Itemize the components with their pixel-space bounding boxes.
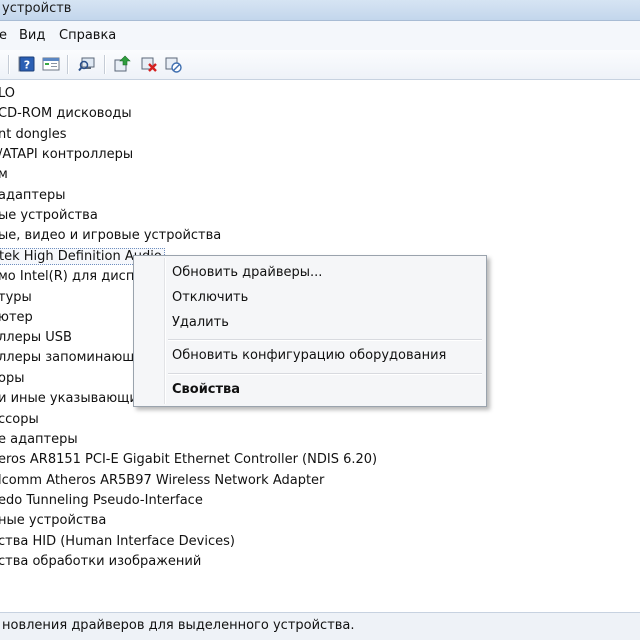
tree-item-label: мо Intel(R) для диспле xyxy=(0,269,151,284)
tree-item[interactable]: ства HID (Human Interface Devices) xyxy=(0,532,235,552)
tree-item[interactable]: адаптеры xyxy=(0,186,66,206)
tree-item-label: nt dongles xyxy=(0,127,67,142)
uninstall-icon[interactable] xyxy=(139,54,159,74)
tree-item[interactable]: ллеры USB xyxy=(0,328,72,348)
tree-item-label: оры xyxy=(0,371,25,386)
view-icon[interactable] xyxy=(41,54,61,74)
menu-bar: е Вид Справка xyxy=(0,21,640,51)
menu-view[interactable]: Вид xyxy=(19,28,45,43)
disable-icon[interactable] xyxy=(163,54,183,74)
tree-item[interactable]: eros AR8151 PCI-E Gigabit Ethernet Contr… xyxy=(0,450,377,470)
menu-action[interactable]: е xyxy=(0,28,7,43)
tree-item[interactable]: CD-ROM дисководы xyxy=(0,104,132,124)
tree-item[interactable]: оры xyxy=(0,369,24,389)
scan-hardware-icon[interactable] xyxy=(77,54,97,74)
tree-item[interactable]: ллеры запоминающи xyxy=(0,348,143,368)
tree-item[interactable]: lcomm Atheros AR5B97 Wireless Network Ad… xyxy=(0,471,324,491)
uninstall-menu-item[interactable]: Удалить xyxy=(172,315,229,330)
tree-item-label: ства обработки изображений xyxy=(0,554,202,569)
tree-item-label: ые устройства xyxy=(0,208,98,223)
tree-item-label: и иные указывающие xyxy=(0,391,146,406)
tree-item-label: ные устройства xyxy=(0,513,107,528)
tree-item[interactable]: ссоры xyxy=(0,410,39,430)
tree-item-label: е адаптеры xyxy=(0,432,78,447)
tree-item[interactable]: ства обработки изображений xyxy=(0,552,201,572)
tree-item-label: ые, видео и игровые устройства xyxy=(0,228,222,243)
toolbar-separator xyxy=(67,55,68,74)
status-text: новления драйверов для выделенного устро… xyxy=(2,618,355,633)
tree-item-label: lcomm Atheros AR5B97 Wireless Network Ad… xyxy=(0,473,325,488)
tree-item-label: адаптеры xyxy=(0,188,66,203)
tree-item-label: CD-ROM дисководы xyxy=(0,106,132,121)
tree-item[interactable]: edo Tunneling Pseudo-Interface xyxy=(0,491,203,511)
tree-item-label: туры xyxy=(0,290,32,305)
menu-help[interactable]: Справка xyxy=(59,28,116,43)
toolbar: ? xyxy=(0,50,640,80)
scan-hardware-menu-item[interactable]: Обновить конфигурацию оборудования xyxy=(172,348,446,363)
disable-menu-item[interactable]: Отключить xyxy=(172,290,248,305)
tree-item[interactable]: /ATAPI контроллеры xyxy=(0,145,133,165)
device-manager-window: устройств е Вид Справка ? LO CD-ROM диск… xyxy=(0,0,640,640)
svg-text:?: ? xyxy=(24,59,30,72)
toolbar-separator xyxy=(8,55,9,74)
context-menu: Обновить драйверы... Отключить Удалить О… xyxy=(133,255,487,407)
tree-item[interactable]: LO xyxy=(0,84,15,104)
tree-item-label: ства HID (Human Interface Devices) xyxy=(0,534,235,549)
tree-item[interactable]: ые, видео и игровые устройства xyxy=(0,226,221,246)
tree-item-label: м xyxy=(0,167,8,182)
update-driver-menu-item[interactable]: Обновить драйверы... xyxy=(172,265,322,280)
tree-item-label: ллеры USB xyxy=(0,330,72,345)
tree-item-label: ютер xyxy=(0,310,33,325)
tree-item-label: ссоры xyxy=(0,412,39,427)
context-menu-gutter xyxy=(164,258,165,404)
tree-item[interactable]: ые устройства xyxy=(0,206,98,226)
tree-item-label: eros AR8151 PCI-E Gigabit Ethernet Contr… xyxy=(0,452,378,467)
title-bar: устройств xyxy=(0,0,640,21)
help-icon[interactable]: ? xyxy=(17,54,37,74)
tree-item-label: LO xyxy=(0,86,16,101)
update-driver-icon[interactable] xyxy=(112,54,132,74)
toolbar-separator xyxy=(104,55,105,74)
tree-item[interactable]: м xyxy=(0,165,8,185)
tree-item[interactable]: ные устройства xyxy=(0,511,106,531)
window-title: устройств xyxy=(2,1,72,16)
tree-item[interactable]: мо Intel(R) для диспле xyxy=(0,267,151,287)
tree-item-label: /ATAPI контроллеры xyxy=(0,147,134,162)
menu-separator xyxy=(168,339,482,340)
tree-item[interactable]: nt dongles xyxy=(0,125,67,145)
status-bar: новления драйверов для выделенного устро… xyxy=(0,612,640,640)
tree-item-label: ллеры запоминающи xyxy=(0,350,143,365)
tree-item[interactable]: е адаптеры xyxy=(0,430,78,450)
tree-item-label: edo Tunneling Pseudo-Interface xyxy=(0,493,203,508)
menu-separator xyxy=(168,373,482,374)
properties-menu-item[interactable]: Свойства xyxy=(172,382,240,397)
tree-item[interactable]: ютер xyxy=(0,308,33,328)
tree-item[interactable]: и иные указывающие xyxy=(0,389,146,409)
tree-item[interactable]: туры xyxy=(0,288,32,308)
